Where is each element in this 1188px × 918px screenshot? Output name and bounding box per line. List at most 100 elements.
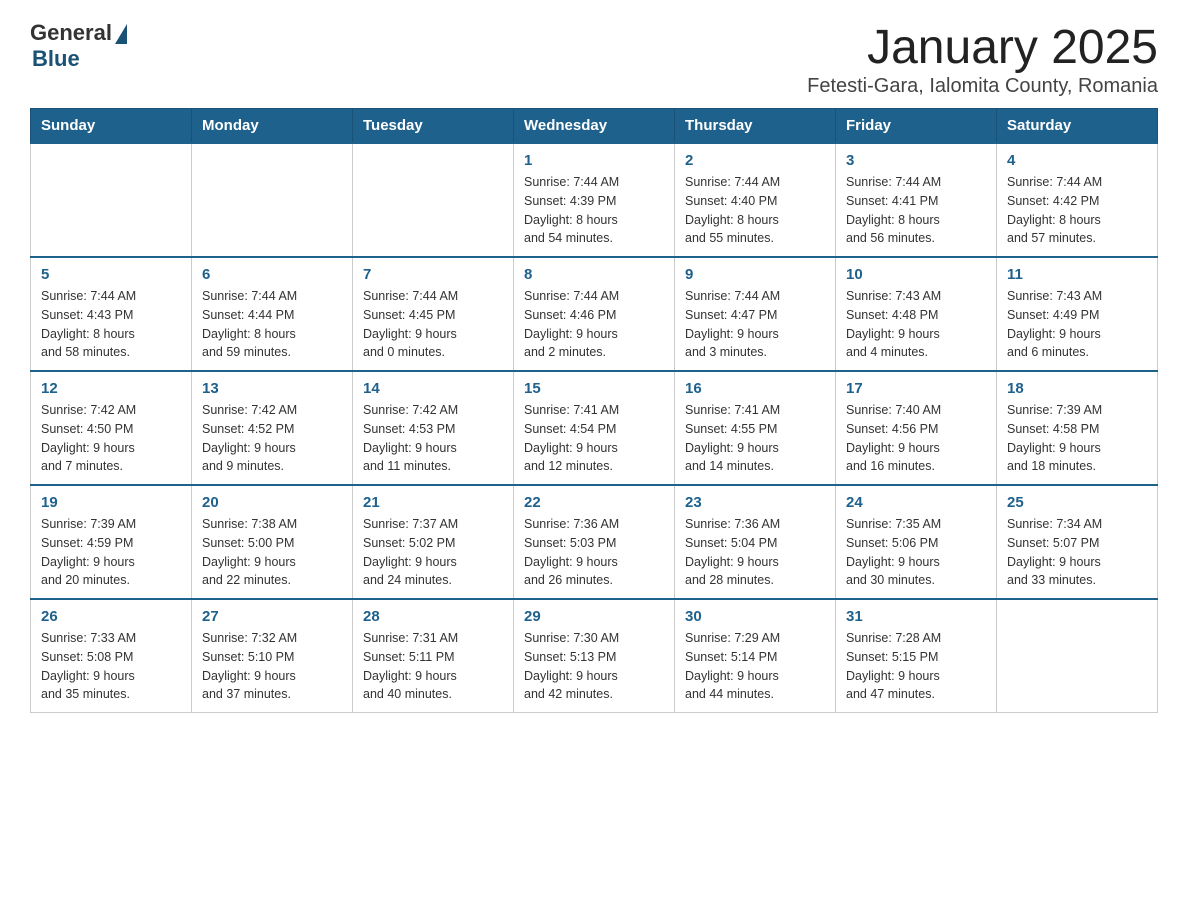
calendar-cell: 11 Sunrise: 7:43 AMSunset: 4:49 PMDayligh…: [997, 257, 1158, 371]
title-block: January 2025 Fetesti-Gara, Ialomita Coun…: [807, 20, 1158, 98]
page-header: General Blue January 2025 Fetesti-Gara, …: [30, 20, 1158, 98]
day-number: 6: [202, 266, 342, 283]
day-number: 26: [41, 608, 181, 625]
day-info: Sunrise: 7:44 AMSunset: 4:46 PMDaylight:…: [524, 287, 664, 362]
day-info: Sunrise: 7:44 AMSunset: 4:47 PMDaylight:…: [685, 287, 825, 362]
calendar-week-row: 19 Sunrise: 7:39 AMSunset: 4:59 PMDayligh…: [31, 485, 1158, 599]
logo: General Blue: [30, 20, 127, 72]
day-number: 20: [202, 494, 342, 511]
day-number: 9: [685, 266, 825, 283]
calendar-cell: [192, 143, 353, 257]
day-number: 12: [41, 380, 181, 397]
day-info: Sunrise: 7:44 AMSunset: 4:45 PMDaylight:…: [363, 287, 503, 362]
day-info: Sunrise: 7:39 AMSunset: 4:59 PMDaylight:…: [41, 515, 181, 590]
calendar-cell: 16 Sunrise: 7:41 AMSunset: 4:55 PMDayligh…: [675, 371, 836, 485]
calendar-cell: 5 Sunrise: 7:44 AMSunset: 4:43 PMDaylight…: [31, 257, 192, 371]
calendar-cell: 8 Sunrise: 7:44 AMSunset: 4:46 PMDaylight…: [514, 257, 675, 371]
day-number: 25: [1007, 494, 1147, 511]
day-info: Sunrise: 7:43 AMSunset: 4:49 PMDaylight:…: [1007, 287, 1147, 362]
day-info: Sunrise: 7:40 AMSunset: 4:56 PMDaylight:…: [846, 401, 986, 476]
logo-triangle-icon: [115, 24, 127, 44]
day-info: Sunrise: 7:41 AMSunset: 4:55 PMDaylight:…: [685, 401, 825, 476]
calendar-cell: 13 Sunrise: 7:42 AMSunset: 4:52 PMDayligh…: [192, 371, 353, 485]
calendar-week-row: 1Sunrise: 7:44 AMSunset: 4:39 PMDaylight…: [31, 143, 1158, 257]
day-number: 17: [846, 380, 986, 397]
day-info: Sunrise: 7:44 AMSunset: 4:41 PMDaylight:…: [846, 173, 986, 248]
day-number: 1: [524, 152, 664, 169]
calendar-cell: [997, 599, 1158, 713]
logo-general-text: General: [30, 20, 112, 46]
calendar-header-monday: Monday: [192, 109, 353, 144]
calendar-header-saturday: Saturday: [997, 109, 1158, 144]
day-number: 21: [363, 494, 503, 511]
calendar-header-sunday: Sunday: [31, 109, 192, 144]
day-info: Sunrise: 7:36 AMSunset: 5:04 PMDaylight:…: [685, 515, 825, 590]
day-number: 22: [524, 494, 664, 511]
calendar-header-row: SundayMondayTuesdayWednesdayThursdayFrid…: [31, 109, 1158, 144]
day-info: Sunrise: 7:37 AMSunset: 5:02 PMDaylight:…: [363, 515, 503, 590]
calendar-cell: 1Sunrise: 7:44 AMSunset: 4:39 PMDaylight…: [514, 143, 675, 257]
calendar-cell: 20 Sunrise: 7:38 AMSunset: 5:00 PMDayligh…: [192, 485, 353, 599]
calendar-cell: 9 Sunrise: 7:44 AMSunset: 4:47 PMDaylight…: [675, 257, 836, 371]
calendar-cell: 12 Sunrise: 7:42 AMSunset: 4:50 PMDayligh…: [31, 371, 192, 485]
calendar-cell: [353, 143, 514, 257]
day-number: 2: [685, 152, 825, 169]
calendar-table: SundayMondayTuesdayWednesdayThursdayFrid…: [30, 108, 1158, 713]
day-number: 11: [1007, 266, 1147, 283]
day-number: 19: [41, 494, 181, 511]
day-number: 5: [41, 266, 181, 283]
calendar-cell: [31, 143, 192, 257]
calendar-week-row: 5 Sunrise: 7:44 AMSunset: 4:43 PMDaylight…: [31, 257, 1158, 371]
day-info: Sunrise: 7:42 AMSunset: 4:53 PMDaylight:…: [363, 401, 503, 476]
day-number: 31: [846, 608, 986, 625]
day-number: 8: [524, 266, 664, 283]
day-info: Sunrise: 7:34 AMSunset: 5:07 PMDaylight:…: [1007, 515, 1147, 590]
day-info: Sunrise: 7:32 AMSunset: 5:10 PMDaylight:…: [202, 629, 342, 704]
day-number: 30: [685, 608, 825, 625]
day-number: 4: [1007, 152, 1147, 169]
day-number: 13: [202, 380, 342, 397]
calendar-cell: 21 Sunrise: 7:37 AMSunset: 5:02 PMDayligh…: [353, 485, 514, 599]
calendar-header-friday: Friday: [836, 109, 997, 144]
day-info: Sunrise: 7:38 AMSunset: 5:00 PMDaylight:…: [202, 515, 342, 590]
calendar-cell: 29 Sunrise: 7:30 AMSunset: 5:13 PMDayligh…: [514, 599, 675, 713]
day-number: 15: [524, 380, 664, 397]
calendar-cell: 6Sunrise: 7:44 AMSunset: 4:44 PMDaylight…: [192, 257, 353, 371]
day-info: Sunrise: 7:44 AMSunset: 4:43 PMDaylight:…: [41, 287, 181, 362]
calendar-cell: 14Sunrise: 7:42 AMSunset: 4:53 PMDayligh…: [353, 371, 514, 485]
calendar-cell: 19 Sunrise: 7:39 AMSunset: 4:59 PMDayligh…: [31, 485, 192, 599]
calendar-week-row: 12 Sunrise: 7:42 AMSunset: 4:50 PMDayligh…: [31, 371, 1158, 485]
calendar-cell: 24Sunrise: 7:35 AMSunset: 5:06 PMDayligh…: [836, 485, 997, 599]
calendar-cell: 27 Sunrise: 7:32 AMSunset: 5:10 PMDayligh…: [192, 599, 353, 713]
day-info: Sunrise: 7:44 AMSunset: 4:42 PMDaylight:…: [1007, 173, 1147, 248]
calendar-cell: 17 Sunrise: 7:40 AMSunset: 4:56 PMDayligh…: [836, 371, 997, 485]
calendar-cell: 18Sunrise: 7:39 AMSunset: 4:58 PMDayligh…: [997, 371, 1158, 485]
calendar-cell: 23 Sunrise: 7:36 AMSunset: 5:04 PMDayligh…: [675, 485, 836, 599]
calendar-cell: 30Sunrise: 7:29 AMSunset: 5:14 PMDayligh…: [675, 599, 836, 713]
day-info: Sunrise: 7:42 AMSunset: 4:52 PMDaylight:…: [202, 401, 342, 476]
day-info: Sunrise: 7:42 AMSunset: 4:50 PMDaylight:…: [41, 401, 181, 476]
calendar-header-wednesday: Wednesday: [514, 109, 675, 144]
day-info: Sunrise: 7:33 AMSunset: 5:08 PMDaylight:…: [41, 629, 181, 704]
day-number: 16: [685, 380, 825, 397]
day-info: Sunrise: 7:35 AMSunset: 5:06 PMDaylight:…: [846, 515, 986, 590]
day-info: Sunrise: 7:30 AMSunset: 5:13 PMDaylight:…: [524, 629, 664, 704]
calendar-cell: 25 Sunrise: 7:34 AMSunset: 5:07 PMDayligh…: [997, 485, 1158, 599]
calendar-cell: 4 Sunrise: 7:44 AMSunset: 4:42 PMDaylight…: [997, 143, 1158, 257]
calendar-header-thursday: Thursday: [675, 109, 836, 144]
day-info: Sunrise: 7:36 AMSunset: 5:03 PMDaylight:…: [524, 515, 664, 590]
calendar-cell: 7Sunrise: 7:44 AMSunset: 4:45 PMDaylight…: [353, 257, 514, 371]
day-info: Sunrise: 7:41 AMSunset: 4:54 PMDaylight:…: [524, 401, 664, 476]
calendar-cell: 28Sunrise: 7:31 AMSunset: 5:11 PMDayligh…: [353, 599, 514, 713]
day-number: 10: [846, 266, 986, 283]
day-number: 27: [202, 608, 342, 625]
logo-blue-text: Blue: [32, 46, 80, 72]
day-info: Sunrise: 7:28 AMSunset: 5:15 PMDaylight:…: [846, 629, 986, 704]
day-number: 29: [524, 608, 664, 625]
calendar-header-tuesday: Tuesday: [353, 109, 514, 144]
day-info: Sunrise: 7:31 AMSunset: 5:11 PMDaylight:…: [363, 629, 503, 704]
day-number: 3: [846, 152, 986, 169]
calendar-week-row: 26 Sunrise: 7:33 AMSunset: 5:08 PMDayligh…: [31, 599, 1158, 713]
page-subtitle: Fetesti-Gara, Ialomita County, Romania: [807, 75, 1158, 98]
day-number: 23: [685, 494, 825, 511]
